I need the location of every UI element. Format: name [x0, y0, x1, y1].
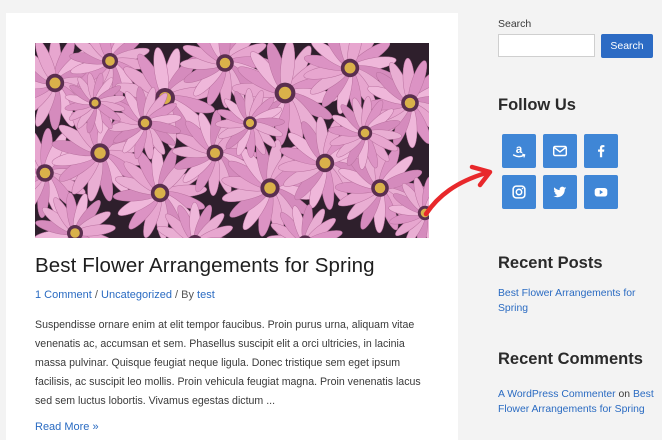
- comments-link[interactable]: 1 Comment: [35, 289, 92, 301]
- recent-comments-heading: Recent Comments: [498, 350, 643, 368]
- facebook-icon[interactable]: [584, 134, 618, 168]
- instagram-icon[interactable]: [502, 175, 536, 209]
- meta-byline: / By: [171, 289, 198, 301]
- post-title[interactable]: Best Flower Arrangements for Spring: [35, 254, 375, 278]
- red-arrow-annotation: [423, 164, 493, 217]
- search-label: Search: [498, 18, 532, 30]
- read-more-link[interactable]: Read More »: [35, 421, 99, 433]
- follow-us-heading: Follow Us: [498, 96, 576, 114]
- search-input[interactable]: [498, 34, 595, 57]
- recent-post-link[interactable]: Best Flower Arrangements for Spring: [498, 286, 648, 316]
- email-icon[interactable]: [543, 134, 577, 168]
- svg-text:a: a: [516, 143, 523, 156]
- meta-separator: /: [91, 289, 102, 301]
- pink-daisies-photo: [35, 43, 429, 238]
- twitter-icon[interactable]: [543, 175, 577, 209]
- comment-on-text: on: [615, 389, 633, 400]
- recent-posts-heading: Recent Posts: [498, 254, 603, 272]
- post-meta: 1 Comment / Uncategorized / By test: [35, 289, 215, 301]
- author-link[interactable]: test: [197, 289, 215, 301]
- search-button[interactable]: Search: [601, 34, 653, 58]
- recent-comment-item: A WordPress Commenter on Best Flower Arr…: [498, 387, 658, 417]
- youtube-icon[interactable]: [584, 175, 618, 209]
- featured-image[interactable]: [35, 43, 429, 238]
- post-card: Best Flower Arrangements for Spring 1 Co…: [6, 13, 458, 440]
- category-link[interactable]: Uncategorized: [101, 289, 172, 301]
- post-excerpt: Suspendisse ornare enim at elit tempor f…: [35, 319, 421, 407]
- amazon-icon[interactable]: a: [502, 134, 536, 168]
- comment-author-link[interactable]: A WordPress Commenter: [498, 389, 616, 400]
